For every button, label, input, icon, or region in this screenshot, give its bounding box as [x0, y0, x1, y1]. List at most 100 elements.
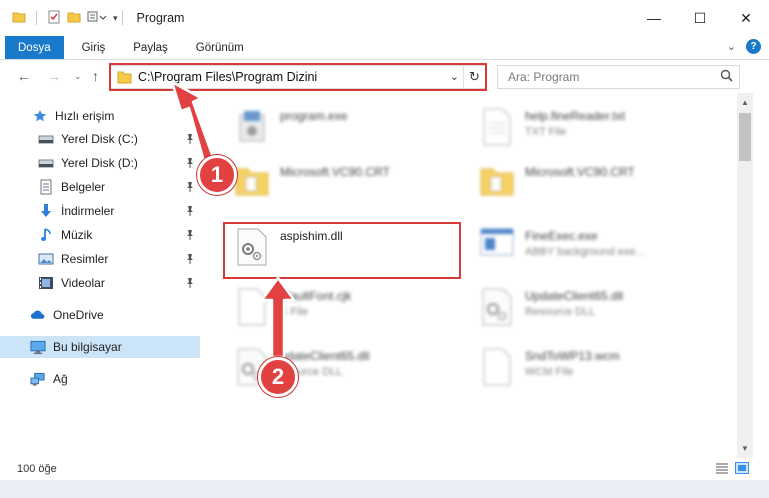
pin-icon[interactable] [185, 133, 195, 148]
help-icon[interactable]: ? [746, 39, 761, 54]
sidebar-item-label: Resimler [61, 252, 109, 266]
chevron-down-icon[interactable]: ▾ [113, 13, 118, 24]
sidebar-item-network[interactable]: Ağ [0, 368, 200, 390]
tab-view[interactable]: Görünüm [182, 36, 258, 59]
sidebar-item-videos[interactable]: Videolar [0, 272, 200, 294]
taskbar-edge [0, 480, 769, 498]
large-icons-view-icon[interactable] [735, 462, 749, 477]
cloud-icon [30, 307, 46, 323]
file-name: Microsoft.VC90.CRT [525, 165, 635, 179]
sidebar-item-local-disk-d[interactable]: Yerel Disk (D:) [0, 152, 200, 174]
star-icon [32, 108, 48, 124]
network-icon [30, 371, 46, 387]
title-bar: ▾ Program — ☐ ✕ [0, 0, 769, 36]
sidebar-item-documents[interactable]: Belgeler [0, 176, 200, 198]
pin-icon[interactable] [185, 277, 195, 292]
refresh-icon[interactable]: ↻ [463, 66, 485, 88]
forward-arrow-icon[interactable]: → [47, 68, 61, 84]
installer-icon [230, 103, 274, 153]
expand-ribbon-icon[interactable]: ⌄ [727, 40, 736, 53]
recent-locations-icon[interactable]: ⌄ [74, 71, 82, 82]
exe-window-icon [475, 223, 519, 273]
text-file-icon [475, 103, 519, 153]
list-item[interactable]: program.exe [230, 103, 470, 161]
pin-icon[interactable] [185, 205, 195, 220]
tab-home[interactable]: Giriş [64, 36, 120, 59]
file-type: WCM File [525, 366, 574, 378]
file-name: help.fineReader.txt [525, 109, 626, 123]
sidebar-item-music[interactable]: Müzik [0, 224, 200, 246]
file-type: ABBY background exe... [525, 246, 645, 258]
file-name: efaultFont.cjk [280, 289, 352, 303]
list-item[interactable]: Microsoft.VC90.CRT [230, 159, 470, 217]
ribbon-tabs: Dosya Giriş Paylaş Görünüm ⌄ ? [0, 36, 769, 60]
back-arrow-icon[interactable]: ← [17, 68, 31, 84]
pictures-icon [38, 251, 54, 267]
folder-icon [475, 159, 519, 209]
blank-file-icon [230, 283, 274, 333]
sidebar-item-label: Müzik [61, 228, 93, 242]
pin-icon[interactable] [185, 253, 195, 268]
file-name: UpdateClient65.dll [525, 289, 624, 303]
file-name: aspishim.dll [280, 229, 343, 243]
chevron-down-icon[interactable]: ⌄ [450, 70, 459, 83]
scroll-up-icon[interactable]: ▲ [737, 95, 753, 109]
downloads-icon [38, 203, 54, 219]
dll-gear-icon [230, 223, 274, 273]
sidebar-item-downloads[interactable]: İndirmeler [0, 200, 200, 222]
window-title: Program [136, 11, 185, 25]
pin-icon[interactable] [185, 157, 195, 172]
file-name: FineExec.exe [525, 229, 598, 243]
item-count: 100 öğe [17, 463, 57, 475]
file-name: program.exe [280, 109, 348, 123]
sidebar-item-local-disk-c[interactable]: Yerel Disk (C:) [0, 128, 200, 150]
list-item[interactable]: efaultFont.cjk K File [230, 283, 470, 341]
quick-access-toolbar: ▾ [0, 10, 118, 27]
sidebar-item-pictures[interactable]: Resimler [0, 248, 200, 270]
sidebar-item-quick-access[interactable]: Hızlı erişim [0, 105, 200, 127]
list-item-aspishim-dll[interactable]: aspishim.dll [230, 223, 470, 281]
properties-icon[interactable] [47, 10, 61, 27]
tab-share[interactable]: Paylaş [119, 36, 182, 59]
search-box[interactable]: Ara: Program [497, 65, 740, 89]
sidebar-item-label: Hızlı erişim [55, 109, 115, 123]
computer-icon [30, 339, 46, 355]
list-item[interactable]: help.fineReader.txt TXT File [475, 103, 715, 161]
list-item[interactable]: Microsoft.VC90.CRT [475, 159, 715, 217]
address-bar[interactable]: C:\Program Files\Program Dizini ⌄ ↻ [110, 65, 486, 89]
navigation-pane: Hızlı erişim Yerel Disk (C:) Yerel Disk … [0, 93, 200, 443]
customize-toolbar-icon[interactable] [87, 11, 107, 26]
pin-icon[interactable] [185, 229, 195, 244]
videos-icon [38, 275, 54, 291]
details-view-icon[interactable] [715, 462, 729, 477]
new-folder-icon[interactable] [67, 10, 81, 27]
scrollbar-thumb[interactable] [739, 113, 751, 161]
list-item[interactable]: UpdateClient65.dll Resource DLL [475, 283, 715, 341]
file-name: SndToWP13.wcm [525, 349, 620, 363]
ribbon-controls: ⌄ ? [727, 39, 761, 54]
sidebar-item-label: Ağ [53, 372, 68, 386]
sidebar-item-label: Videolar [61, 276, 105, 290]
file-type: TXT File [525, 126, 567, 138]
up-arrow-icon[interactable]: ↑ [92, 68, 99, 84]
status-bar: 100 öğe [0, 458, 769, 480]
folder-icon [117, 70, 132, 84]
pin-icon[interactable] [185, 181, 195, 196]
sidebar-item-label: OneDrive [53, 308, 104, 322]
scroll-down-icon[interactable]: ▼ [737, 441, 753, 455]
vertical-scrollbar[interactable]: ▲ ▼ [737, 93, 753, 458]
search-input[interactable]: Ara: Program [508, 70, 720, 84]
maximize-button[interactable]: ☐ [677, 0, 723, 36]
sidebar-item-this-pc[interactable]: Bu bilgisayar [0, 336, 200, 358]
list-item[interactable]: SndToWP13.wcm WCM File [475, 343, 715, 401]
tab-file[interactable]: Dosya [5, 36, 64, 59]
file-name: Microsoft.VC90.CRT [280, 165, 390, 179]
close-button[interactable]: ✕ [723, 0, 769, 36]
folder-icon[interactable] [12, 10, 26, 27]
dll-gear-icon [475, 283, 519, 333]
minimize-button[interactable]: — [631, 0, 677, 36]
list-item[interactable]: FineExec.exe ABBY background exe... [475, 223, 715, 281]
sidebar-item-label: Belgeler [61, 180, 106, 194]
sidebar-item-onedrive[interactable]: OneDrive [0, 304, 200, 326]
drive-icon [38, 131, 54, 147]
